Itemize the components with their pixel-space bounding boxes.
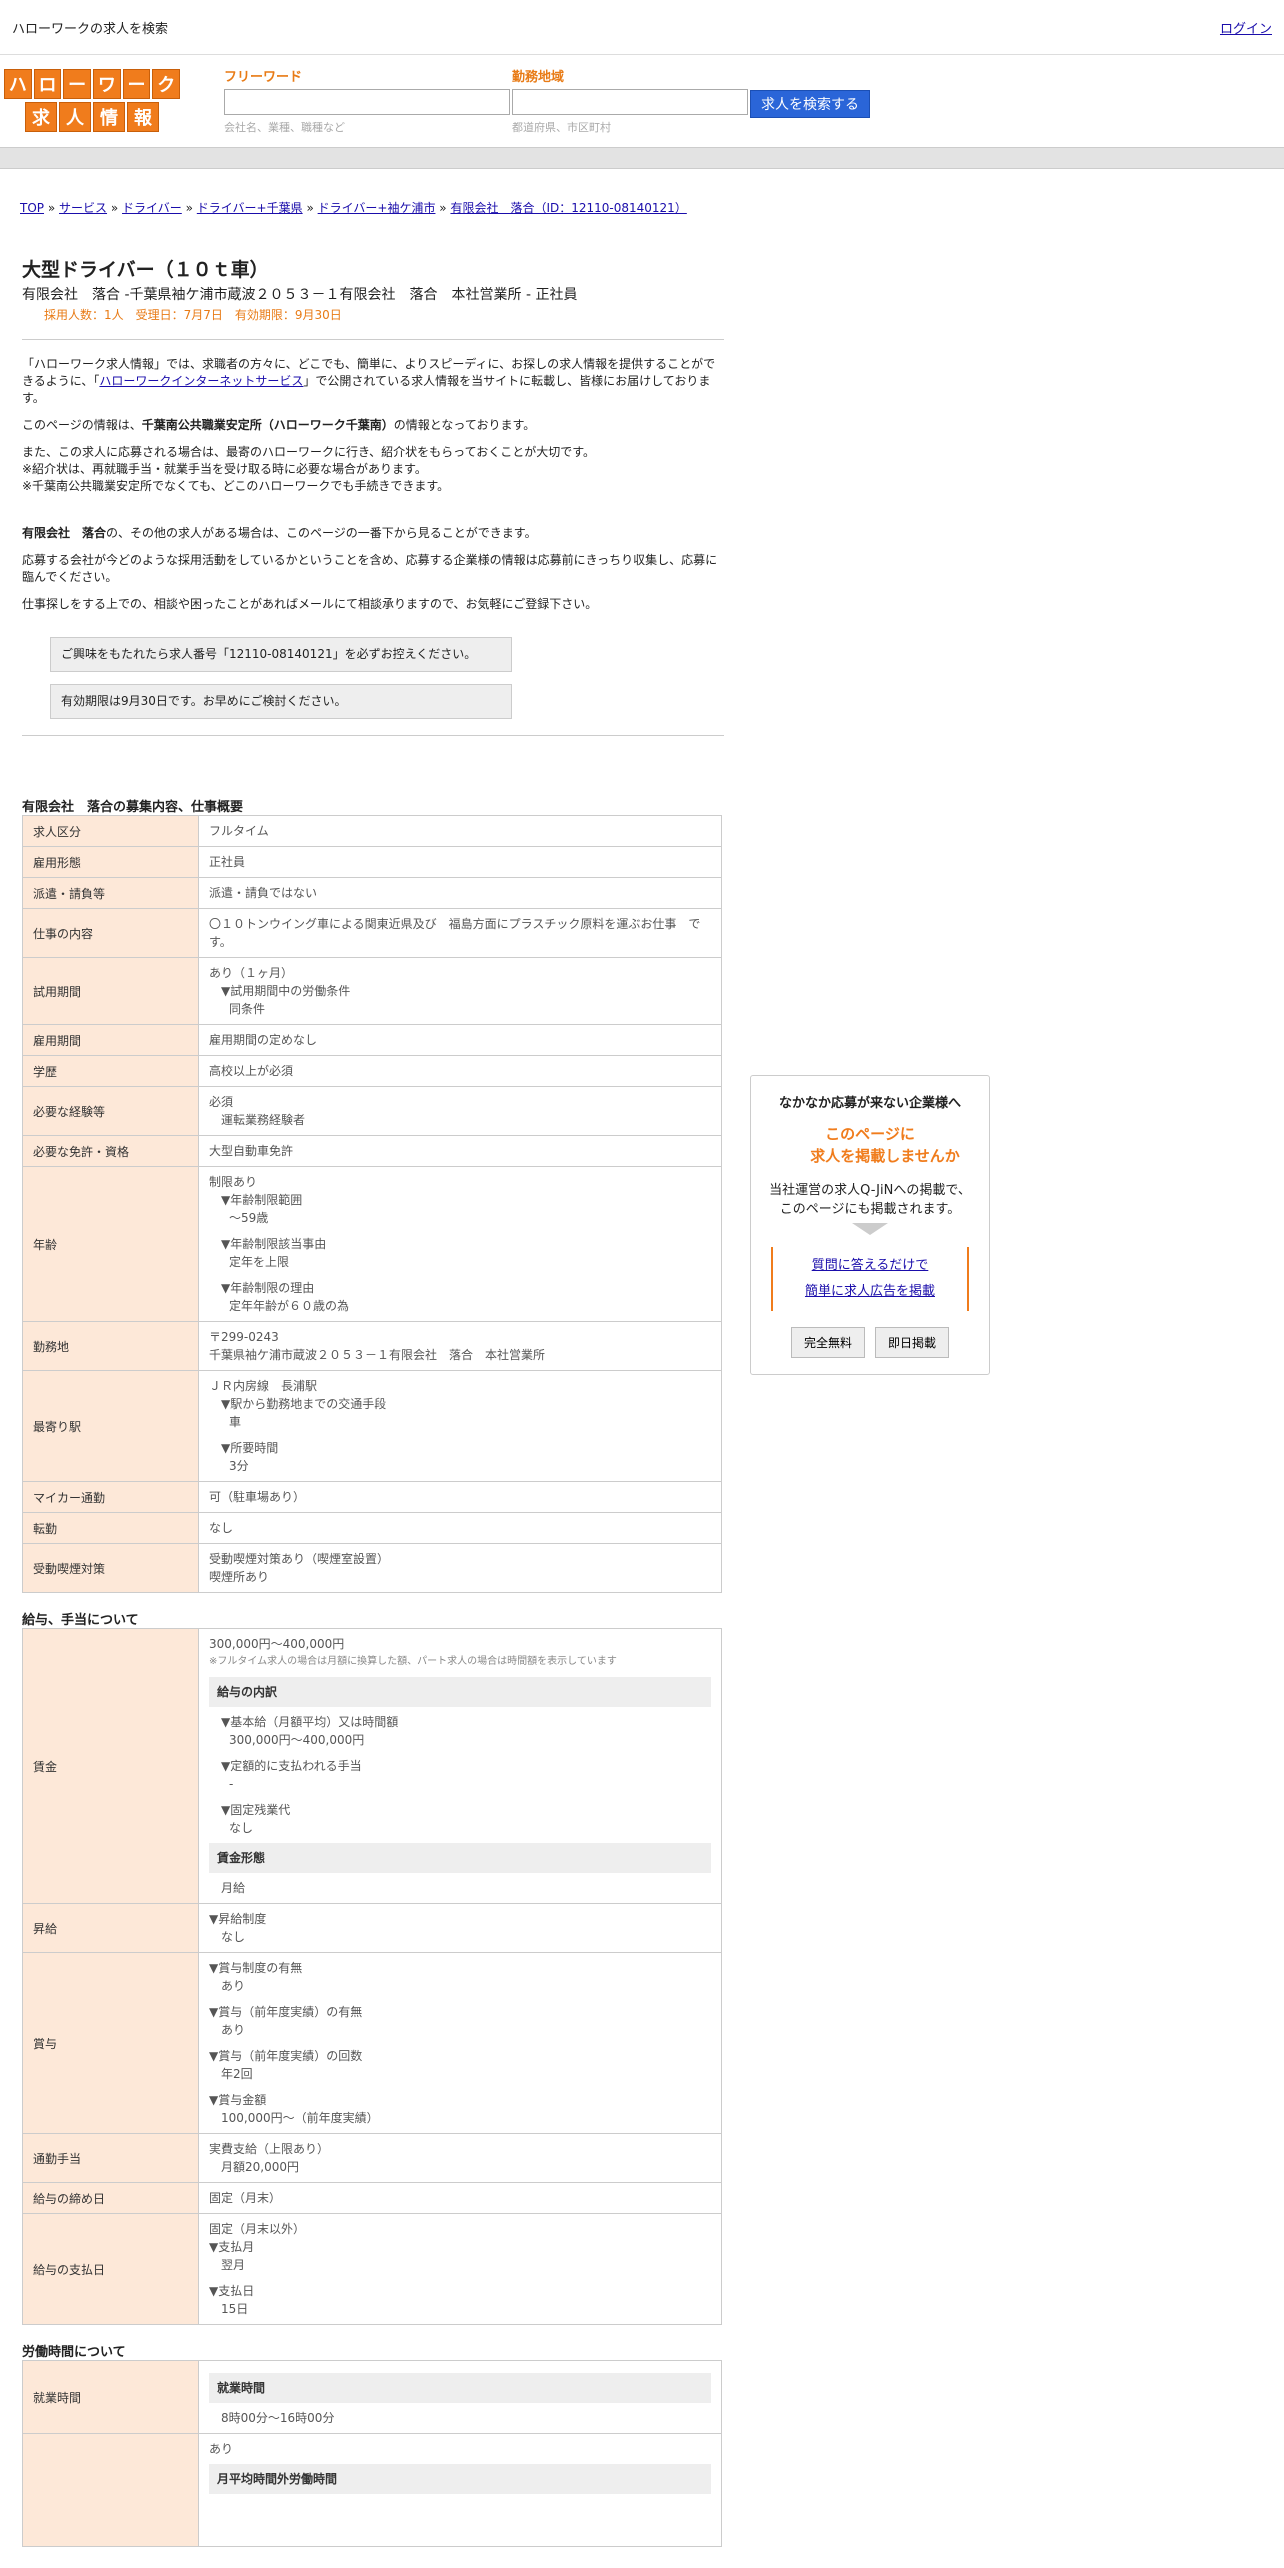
breadcrumb-sep: »	[306, 201, 314, 215]
area-input[interactable]	[512, 89, 748, 115]
logo-char: ー	[122, 69, 151, 99]
logo-char: ー	[63, 69, 92, 99]
intro-p7: 応募する会社が今どのような採用活動をしているかということを含め、応募する企業様の…	[22, 553, 718, 584]
breadcrumb-sep: »	[47, 201, 56, 215]
area-search: 勤務地域 都道府県、市区町村	[512, 67, 748, 135]
site-title: ハローワークの求人を検索	[12, 21, 169, 37]
table-row: 就業時間 就業時間 8時00分〜16時00分	[22, 2360, 722, 2434]
table-row: あり 月平均時間外労働時間	[22, 2433, 722, 2547]
breadcrumb-driver-chiba[interactable]: ドライバー+千葉県	[197, 201, 303, 215]
intro-p2: このページの情報は、千葉南公共職業安定所（ハローワーク千葉南）の情報となっており…	[22, 418, 536, 432]
hellowork-internet-link[interactable]: ハローワークインターネットサービス	[99, 374, 303, 388]
table-row: 求人区分 フルタイム	[22, 815, 722, 847]
breadcrumb: TOP » サービス » ドライバー » ドライバー+千葉県 » ドライバー+袖…	[0, 169, 1284, 225]
logo-char: 情	[93, 102, 125, 132]
notice-job-number: ご興味をもたれたら求人番号「12110-08140121」を必ずお控えください。	[50, 637, 512, 672]
arrow-down-icon	[852, 1223, 888, 1235]
logo-char: 報	[127, 102, 159, 132]
company-line: 有限会社 落合 -千葉県袖ケ浦市蔵波２０５３－１有限会社 落合 本社営業所 - …	[22, 287, 578, 303]
table-row: 受動喫煙対策 受動喫煙対策あり（喫煙室設置） 喫煙所あり	[22, 1543, 722, 1593]
promo-box: なかなか応募が来ない企業様へ このページに 求人を掲載しませんか 当社運営の求人Q…	[750, 1075, 990, 1375]
top-bar: ハローワークの求人を検索 ログイン	[0, 0, 1284, 55]
area-label: 勤務地域	[512, 70, 565, 85]
divider-bar	[0, 147, 1284, 169]
intro-p8: 仕事探しをする上での、相談や困ったことがあればメールにて相談承りますので、お気軽…	[22, 597, 598, 611]
breadcrumb-company[interactable]: 有限会社 落合（ID：12110-08140121）	[450, 201, 686, 215]
breadcrumb-driver-sodegaura[interactable]: ドライバー+袖ケ浦市	[318, 201, 436, 215]
breadcrumb-sep: »	[439, 201, 447, 215]
table-row: 学歴 高校以上が必須	[22, 1055, 722, 1087]
table-row: 給与の支払日 固定（月末以外） ▼支払月 翌月 ▼支払日 15日	[22, 2213, 722, 2325]
search-button[interactable]: 求人を検索する	[750, 90, 870, 118]
table-row: 通勤手当 実費支給（上限あり） 月額20,000円	[22, 2133, 722, 2183]
table-row: 昇給 ▼昇給制度 なし	[22, 1903, 722, 1953]
recruit-table: 求人区分 フルタイム 雇用形態 正社員 派遣・請負等 派遣・請負ではない 仕事の内容〇…	[22, 815, 722, 1593]
hours-table: 就業時間 就業時間 8時00分〜16時00分 あり 月平均時間外労働時間	[22, 2360, 722, 2547]
main-content: 大型ドライバー（１０ｔ車） 有限会社 落合 -千葉県袖ケ浦市蔵波２０５３－１有限…	[0, 255, 1284, 2547]
logo-char: 求	[25, 102, 57, 132]
section-wage-title: 給与、手当について	[22, 1613, 139, 1628]
breadcrumb-driver[interactable]: ドライバー	[122, 201, 182, 215]
logo-char: ハ	[4, 69, 32, 99]
intro-p6: 有限会社 落合の、その他の求人がある場合は、このページの一番下から見ることができ…	[22, 526, 537, 540]
section-recruit-title: 有限会社 落合の募集内容、仕事概要	[22, 800, 244, 815]
table-row: 派遣・請負等 派遣・請負ではない	[22, 877, 722, 909]
table-row: 賃金 300,000円〜400,000円 ※フルタイム求人の場合は月額に換算した…	[22, 1628, 722, 1904]
promo-headline: このページに 求人を掲載しませんか	[810, 1125, 960, 1165]
logo-char: ク	[152, 69, 181, 99]
area-hint: 都道府県、市区町村	[512, 121, 611, 134]
table-row: 最寄り駅 ＪＲ内房線 長浦駅 ▼駅から勤務地までの交通手段車 ▼所要時間 3分	[22, 1370, 722, 1482]
freeword-hint: 会社名、業種、職種など	[224, 121, 345, 134]
table-row: 雇用期間 雇用期間の定めなし	[22, 1024, 722, 1056]
table-row: 年齢 制限あり ▼年齢制限範囲 〜59歳 ▼年齢制限該当事由 定年を上限 ▼年齢制限の理由定…	[22, 1166, 722, 1322]
table-row: 試用期間 あり（１ヶ月） ▼試用期間中の労働条件 同条件	[22, 957, 722, 1025]
intro-p3: また、この求人に応募される場合は、最寄のハローワークに行き、紹介状をもらっておく…	[22, 445, 596, 459]
job-meta: 採用人数：1人 受理日：7月7日 有効期限：9月30日	[44, 308, 342, 322]
notice-expiry: 有効期限は9月30日です。お早めにご検討ください。	[50, 684, 512, 719]
intro-p1: 「ハローワーク求人情報」では、求職者の方々に、どこでも、簡単に、よりスピーディに…	[22, 357, 716, 405]
table-row: 仕事の内容 〇１０トンウイング車による関東近県及び 福島方面にプラスチック原料を運…	[22, 908, 722, 958]
breadcrumb-sep: »	[185, 201, 193, 215]
table-row: 雇用形態 正社員	[22, 846, 722, 878]
table-row: 勤務地 〒299-0243 千葉県袖ケ浦市蔵波２０５３－１有限会社 落合 本社営業所	[22, 1321, 722, 1371]
logo-char: ワ	[93, 69, 121, 99]
header: ハ ロ ー ワ ー ク 求 人 情 報 フリーワード 会社名、業種、職種など 勤…	[0, 55, 1284, 147]
promo-desc: 当社運営の求人Q-JiNへの掲載で、 このページにも掲載されます。	[769, 1183, 971, 1217]
section-hours-title: 労働時間について	[22, 2345, 126, 2360]
divider	[22, 735, 724, 736]
promo-title: なかなか応募が来ない企業様へ	[778, 1096, 961, 1111]
logo-char: 人	[59, 102, 91, 132]
table-row: 賞与 ▼賞与制度の有無 あり ▼賞与（前年度実績）の有無 あり ▼賞与（前年度実績）…	[22, 1952, 722, 2134]
promo-links: 質問に答えるだけで 簡単に求人広告を掲載	[771, 1247, 969, 1311]
login-link[interactable]: ログイン	[1220, 18, 1272, 37]
table-row: 給与の締め日 固定（月末）	[22, 2182, 722, 2214]
intro-p4: ※紹介状は、再就職手当・就業手当を受け取る時に必要な場合があります。	[22, 462, 427, 476]
table-row: マイカー通勤 可（駐車場あり）	[22, 1481, 722, 1513]
promo-link-post-ad[interactable]: 簡単に求人広告を掲載	[805, 1284, 935, 1299]
table-row: 必要な免許・資格 大型自動車免許	[22, 1135, 722, 1167]
breadcrumb-service[interactable]: サービス	[59, 201, 107, 215]
table-row: 必要な経験等 必須 運転業務経験者	[22, 1086, 722, 1136]
same-day-button[interactable]: 即日掲載	[875, 1327, 950, 1358]
logo-char: ロ	[33, 69, 62, 99]
breadcrumb-sep: »	[110, 201, 119, 215]
intro-p5: ※千葉南公共職業安定所でなくても、どこのハローワークでも手続きできます。	[22, 479, 450, 493]
freeword-search: フリーワード 会社名、業種、職種など	[224, 67, 510, 135]
freeword-label: フリーワード	[224, 70, 303, 85]
divider	[22, 339, 724, 340]
free-button[interactable]: 完全無料	[790, 1327, 865, 1358]
promo-link-questions[interactable]: 質問に答えるだけで	[812, 1258, 929, 1273]
freeword-input[interactable]	[224, 89, 510, 115]
wage-table: 賃金 300,000円〜400,000円 ※フルタイム求人の場合は月額に換算した…	[22, 1628, 722, 2325]
site-logo[interactable]: ハ ロ ー ワ ー ク 求 人 情 報	[4, 69, 181, 135]
table-row: 転勤 なし	[22, 1512, 722, 1544]
breadcrumb-top[interactable]: TOP	[20, 201, 44, 215]
job-title: 大型ドライバー（１０ｔ車）	[22, 259, 269, 281]
intro: 「ハローワーク求人情報」では、求職者の方々に、どこでも、簡単に、よりスピーディに…	[22, 356, 1284, 613]
